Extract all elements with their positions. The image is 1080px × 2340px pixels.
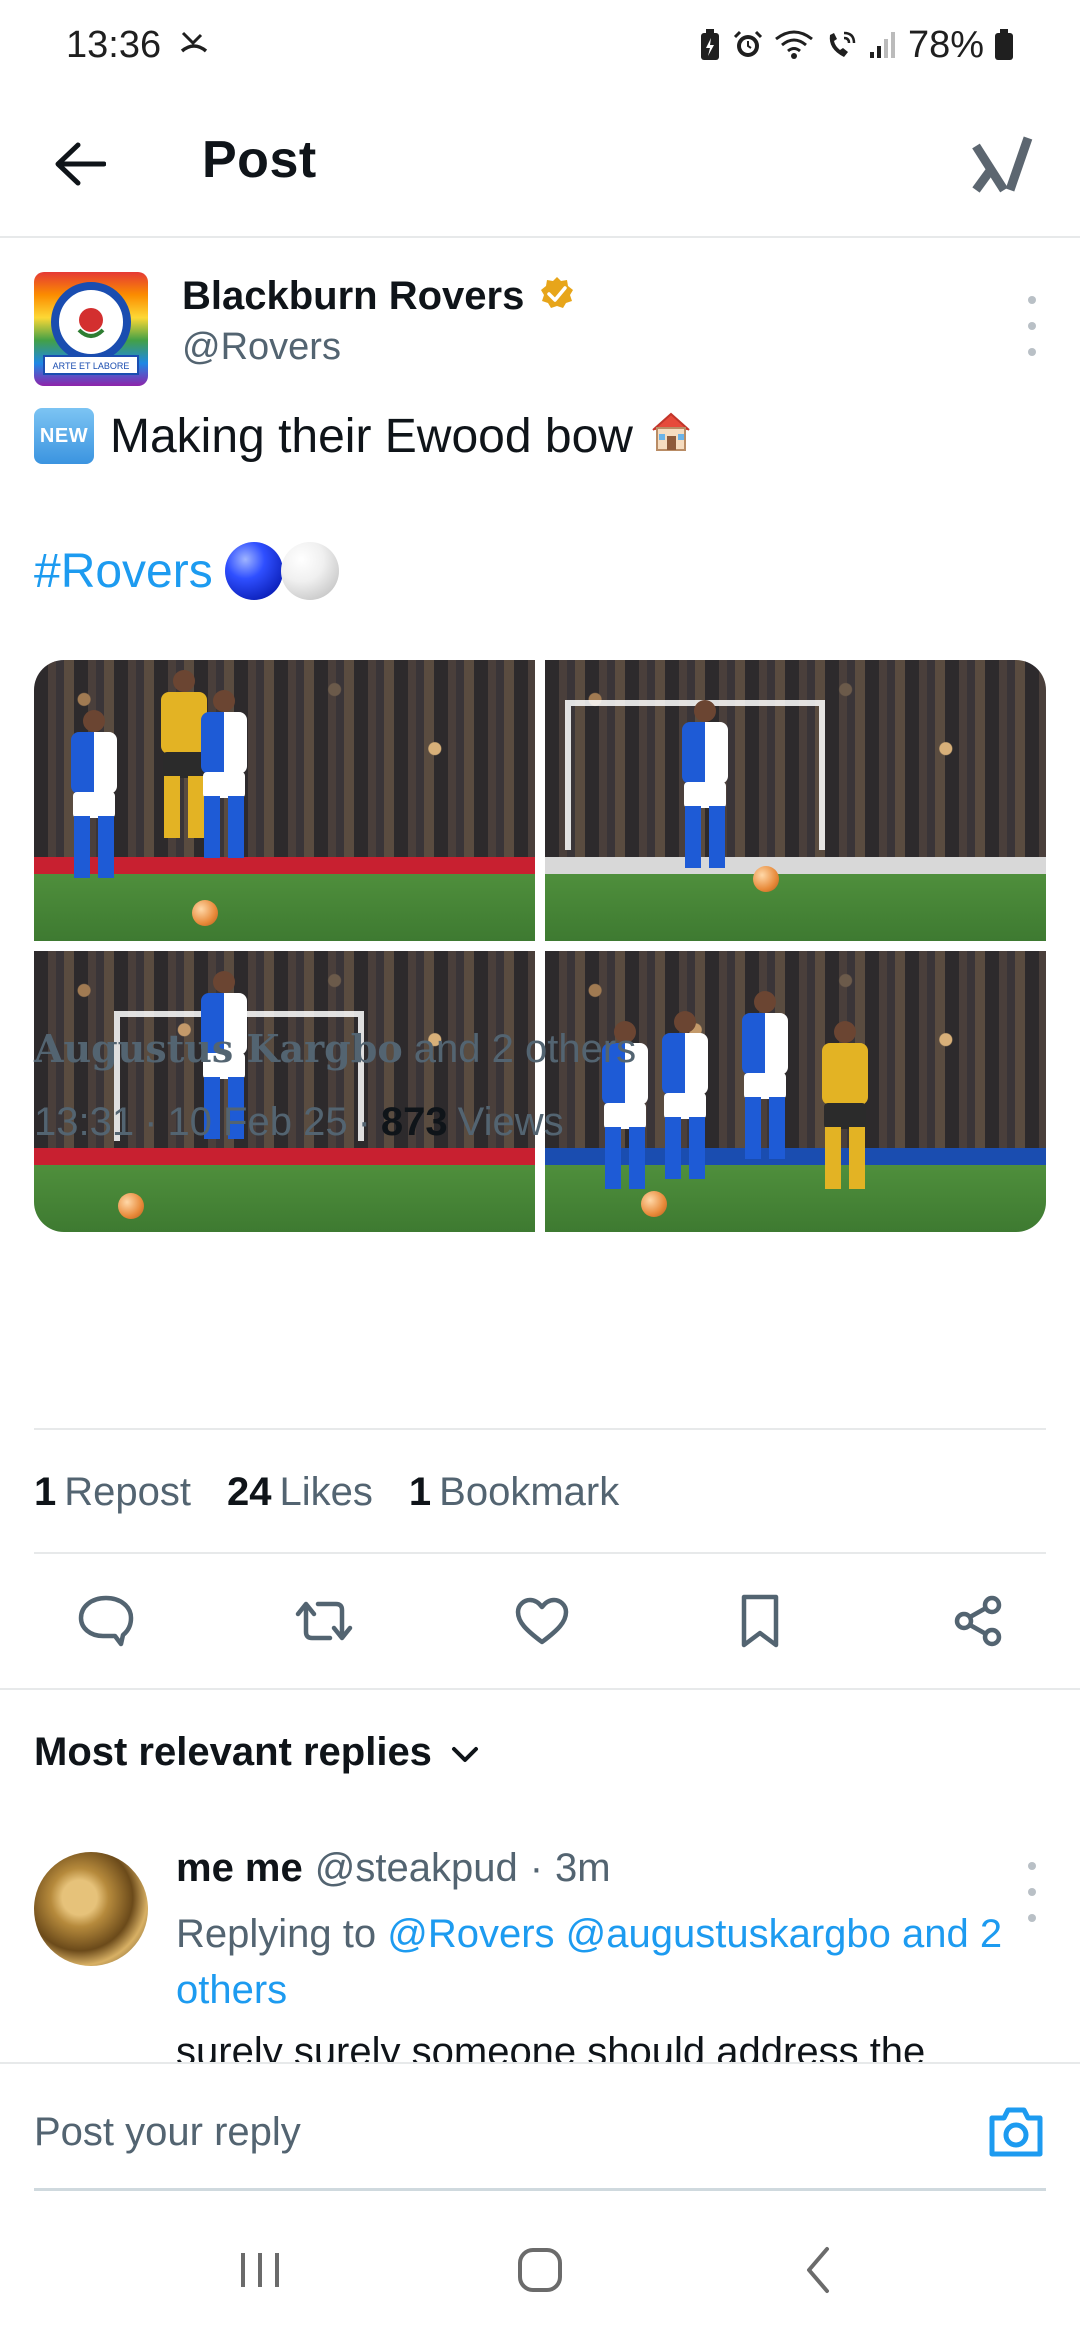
- status-time: 13:36: [66, 23, 162, 66]
- more-options-icon[interactable]: [1020, 296, 1044, 356]
- verified-badge-icon: [538, 275, 576, 318]
- post-photo-2[interactable]: [545, 660, 1046, 941]
- reply-separator: ·: [529, 1846, 544, 1890]
- liked-by[interactable]: Augustus Kargbo and 2 others: [34, 1026, 636, 1072]
- post-photo-3[interactable]: [34, 951, 535, 1232]
- system-nav-bar: [0, 2200, 1080, 2340]
- post-photo-1[interactable]: [34, 660, 535, 941]
- post-actions: [0, 1578, 1080, 1664]
- views-count: 873: [380, 1100, 448, 1144]
- views-label: Views: [457, 1100, 564, 1144]
- reply-composer: Post your reply: [0, 2062, 1080, 2192]
- avatar-banner-text: ARTE ET LABORE: [53, 361, 130, 371]
- new-badge-icon: NEW: [34, 408, 94, 464]
- meta-separator: ·: [357, 1100, 371, 1144]
- section-divider: [0, 1688, 1080, 1690]
- recent-apps-icon[interactable]: [220, 2230, 300, 2310]
- liked-by-name: Augustus Kargbo: [34, 1026, 403, 1071]
- hashtag-link[interactable]: #Rovers: [34, 544, 213, 599]
- reply-icon[interactable]: [70, 1585, 142, 1657]
- app-header: Post: [0, 90, 1080, 238]
- back-icon[interactable]: [780, 2230, 860, 2310]
- likes-stat[interactable]: 24 Likes: [227, 1470, 373, 1515]
- post-stats: 1 Repost 24 Likes 1 Bookmark: [34, 1470, 619, 1515]
- camera-icon[interactable]: [986, 2104, 1046, 2160]
- home-icon[interactable]: [500, 2230, 580, 2310]
- post-time: 13:31: [34, 1100, 135, 1144]
- reply-text: surely surely someone should address the: [176, 2030, 926, 2062]
- reply-author-name[interactable]: me me: [176, 1846, 303, 1891]
- page-title: Post: [202, 131, 317, 189]
- post-photo-4[interactable]: [545, 951, 1046, 1232]
- reply-time: 3m: [555, 1846, 611, 1890]
- replying-to: Replying to @Rovers @augustuskargbo and …: [176, 1906, 1046, 2018]
- divider: [34, 1428, 1046, 1430]
- avatar[interactable]: ARTE ET LABORE: [34, 272, 148, 386]
- hashtag-line: #Rovers: [34, 542, 339, 600]
- alarm-icon: [732, 29, 764, 61]
- reply-input[interactable]: Post your reply: [34, 2110, 301, 2155]
- media-grid: [34, 660, 1046, 1232]
- author-name-row: Blackburn Rovers: [182, 274, 576, 319]
- back-arrow-icon[interactable]: [48, 132, 112, 196]
- replying-to-label: Replying to: [176, 1912, 377, 1956]
- status-bar: 13:36 78%: [0, 0, 1080, 90]
- reply-avatar[interactable]: [34, 1852, 148, 1966]
- liked-by-others: and 2 others: [413, 1027, 637, 1071]
- signal-icon: [868, 30, 898, 60]
- missed-call-icon: [179, 24, 209, 67]
- replies-sort-dropdown[interactable]: Most relevant replies: [34, 1730, 480, 1775]
- wifi-icon: [774, 29, 814, 61]
- divider: [34, 1552, 1046, 1554]
- grok-icon[interactable]: [962, 124, 1042, 204]
- chevron-down-icon: [450, 1730, 480, 1775]
- post-text-content: Making their Ewood bow: [110, 409, 633, 463]
- post-text: NEW Making their Ewood bow: [34, 408, 693, 464]
- composer-underline: [34, 2188, 1046, 2191]
- bookmarks-stat[interactable]: 1 Bookmark: [409, 1470, 619, 1515]
- repost-icon[interactable]: [288, 1585, 360, 1657]
- reply-header: me me @steakpud · 3m: [176, 1846, 611, 1891]
- battery-icon: [994, 29, 1014, 61]
- replies-sort-label: Most relevant replies: [34, 1730, 432, 1774]
- reply-author-handle[interactable]: @steakpud: [315, 1846, 518, 1891]
- blue-circle-icon: [224, 542, 283, 600]
- post-date: 10 Feb 25: [167, 1100, 348, 1144]
- wifi-calling-icon: [824, 29, 858, 61]
- battery-saver-icon: [698, 28, 722, 62]
- bookmark-icon[interactable]: [724, 1585, 796, 1657]
- post-meta: 13:31 · 10 Feb 25 · 873 Views: [34, 1100, 564, 1145]
- white-circle-icon: [280, 542, 339, 600]
- author-name[interactable]: Blackburn Rovers: [182, 274, 524, 319]
- share-icon[interactable]: [942, 1585, 1014, 1657]
- reposts-stat[interactable]: 1 Repost: [34, 1470, 191, 1515]
- battery-percent: 78%: [907, 23, 984, 66]
- like-icon[interactable]: [506, 1585, 578, 1657]
- meta-separator: ·: [144, 1100, 158, 1144]
- house-icon: [649, 409, 693, 464]
- author-handle[interactable]: @Rovers: [182, 326, 341, 369]
